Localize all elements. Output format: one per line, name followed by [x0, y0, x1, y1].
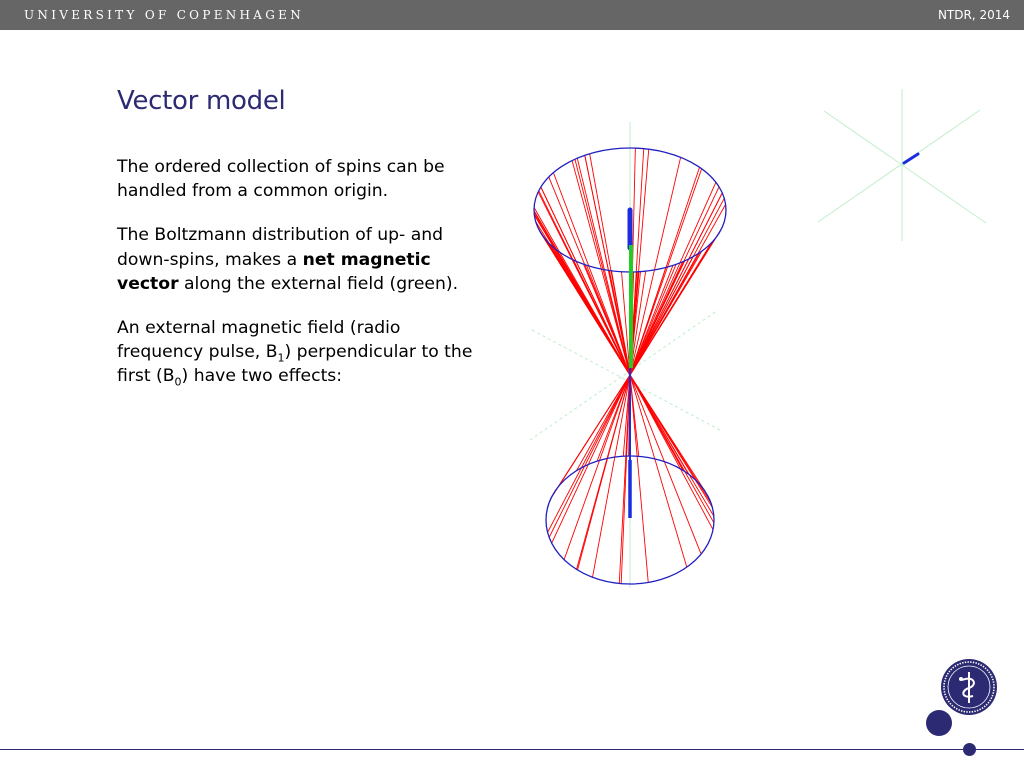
up-spin-vector	[574, 159, 631, 376]
up-spin-vector	[629, 182, 717, 376]
slide-body: The ordered collection of spins can be h…	[117, 155, 477, 409]
guide-axis-2	[529, 309, 719, 441]
paragraph-common-origin-text: The ordered collection of spins can be h…	[117, 157, 445, 202]
up-spin-vector	[571, 160, 631, 376]
gizmo-diagonal-axis-1	[823, 110, 987, 224]
header-course-date: NTDR, 2014	[937, 8, 1010, 22]
external-field-text-3: ) have two effects:	[181, 366, 343, 387]
subscript-b1: 1	[277, 351, 285, 365]
down-spin-vector	[547, 374, 631, 533]
down-spin-vector	[629, 374, 702, 555]
down-spin-vector	[563, 374, 631, 560]
up-spin-vector	[584, 155, 631, 376]
subscript-b0: 0	[174, 375, 182, 389]
up-spin-vector	[573, 259, 631, 376]
up-spin-vector	[552, 172, 631, 376]
paragraph-boltzmann: The Boltzmann distribution of up- and do…	[117, 223, 477, 296]
decorative-dot-small	[963, 743, 976, 756]
footer-line	[0, 749, 1024, 750]
spin-cone-diagram	[529, 122, 727, 588]
header-bar: UNIVERSITY OF COPENHAGEN NTDR, 2014	[0, 0, 1024, 30]
university-name: UNIVERSITY OF COPENHAGEN	[24, 8, 305, 22]
boltzmann-text-end: along the external field (green).	[178, 273, 459, 294]
axis-gizmo	[817, 89, 987, 241]
up-spin-vector	[629, 228, 723, 376]
university-seal-logo	[941, 659, 997, 715]
guide-axis-1	[531, 329, 721, 431]
gizmo-b0-vector	[902, 152, 920, 165]
up-spin-vector	[629, 204, 727, 376]
paragraph-external-field: An external magnetic field (radio freque…	[117, 316, 477, 389]
gizmo-diagonal-axis-2	[817, 109, 981, 223]
paragraph-common-origin: The ordered collection of spins can be h…	[117, 155, 477, 203]
down-spin-vector	[629, 374, 714, 530]
decorative-dot-large	[926, 710, 952, 736]
up-spin-vector	[586, 265, 631, 376]
slide-title: Vector model	[117, 86, 286, 116]
